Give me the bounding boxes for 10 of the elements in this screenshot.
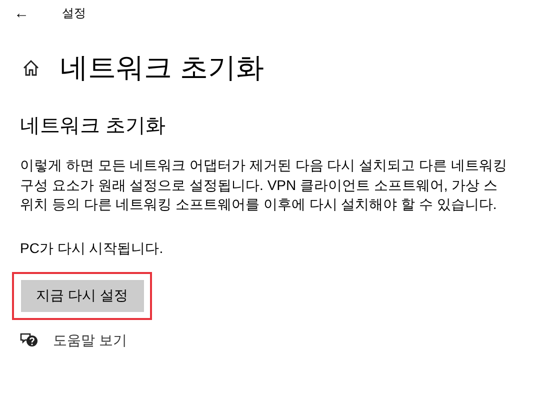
restart-note: PC가 다시 시작됩니다. xyxy=(20,238,164,258)
back-button[interactable]: ← xyxy=(14,6,34,20)
page-title: 네트워크 초기화 xyxy=(60,51,264,85)
help-icon xyxy=(20,332,38,348)
window-title: 설정 xyxy=(62,5,86,22)
section-title: 네트워크 초기화 xyxy=(20,114,167,139)
description-text: 이렇게 하면 모든 네트워크 어댑터가 제거된 다음 다시 설치되고 다른 네트워킹 구성 요소가 원래 설정으로 설정됩니다. VPN 클라이언트 소프트웨어, 가상 스위치 등의 다른 네트워킹 소프트웨어를 이후에 다시 설치해야 할 수 있습니다. xyxy=(20,156,508,214)
help-link[interactable]: 도움말 보기 xyxy=(53,330,127,350)
home-icon xyxy=(22,59,40,77)
reset-button[interactable]: 지금 다시 설정 xyxy=(20,280,144,312)
